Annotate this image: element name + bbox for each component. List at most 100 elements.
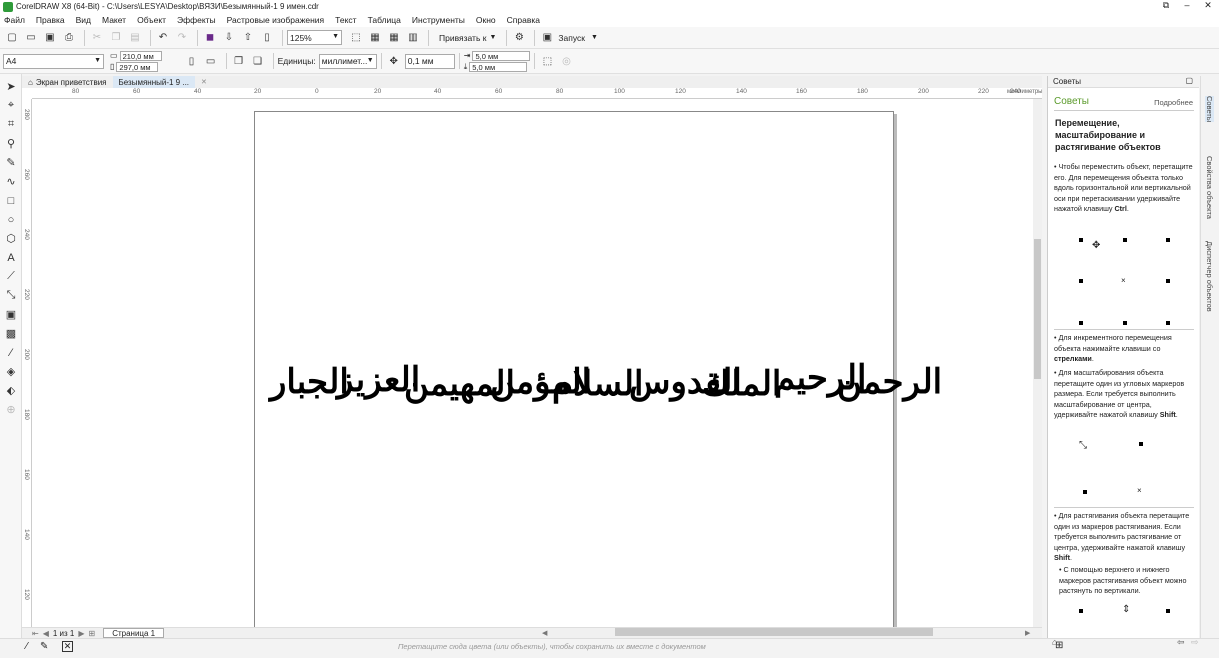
undo-icon[interactable]: ↶ (155, 30, 171, 46)
vertical-scrollbar[interactable] (1033, 99, 1042, 627)
text-tool-icon[interactable]: A (0, 248, 22, 267)
search-content-icon[interactable]: ◼ (202, 30, 218, 46)
minimize-icon[interactable]: – (1178, 0, 1196, 10)
next-page-icon[interactable]: ▶ (78, 629, 84, 638)
units-select[interactable]: миллимет... ▼ (318, 53, 377, 69)
paste-icon[interactable]: ▤ (127, 30, 143, 46)
redo-icon[interactable]: ↷ (174, 30, 190, 46)
page-height-input[interactable]: 297,0 мм (116, 61, 159, 72)
new-document-icon[interactable]: ▢ (4, 30, 20, 46)
polygon-tool-icon[interactable]: ⬡ (0, 229, 22, 248)
open-folder-icon[interactable]: ▭ (23, 30, 39, 46)
launch-dropdown[interactable]: ▣ Запуск ▼ (539, 30, 598, 46)
prev-page-icon[interactable]: ◀ (43, 629, 49, 638)
docker-options-icon[interactable]: ▢ (1185, 76, 1193, 85)
menu-object[interactable]: Объект (137, 15, 166, 25)
docker-home-icon[interactable]: ⌂ (1052, 637, 1057, 647)
menu-window[interactable]: Окно (476, 15, 496, 25)
artistic-media-icon[interactable]: ∿ (0, 172, 22, 191)
docker-back-icon[interactable]: ⇦ (1177, 637, 1185, 648)
copy-icon[interactable]: ❐ (108, 30, 124, 46)
side-tab-tips[interactable]: Советы (1205, 96, 1214, 123)
menu-bitmaps[interactable]: Растровые изображения (227, 15, 324, 25)
menu-file[interactable]: Файл (4, 15, 25, 25)
interactive-fill-icon[interactable]: ◈ (0, 362, 22, 381)
close-icon[interactable]: ✕ (1199, 0, 1217, 11)
ellipse-tool-icon[interactable]: ○ (0, 210, 22, 229)
more-link[interactable]: Подробнее (1154, 98, 1193, 107)
scroll-left-icon[interactable]: ◀ (542, 629, 547, 637)
restore-icon[interactable]: ⧉ (1157, 0, 1175, 11)
tab-welcome-screen[interactable]: ⌂ Экран приветствия (22, 76, 113, 88)
bleed-icon[interactable]: ⬚ (539, 53, 555, 69)
ruler-label: 160 (23, 469, 30, 480)
horizontal-ruler[interactable]: 80 60 40 20 0 20 40 60 80 100 120 140 16… (32, 88, 1043, 99)
menu-view[interactable]: Вид (76, 15, 91, 25)
first-page-icon[interactable]: ⇤ (32, 629, 39, 638)
zoom-tool-icon[interactable]: ⚲ (0, 134, 22, 153)
menu-text[interactable]: Текст (335, 15, 356, 25)
side-tab-object-manager[interactable]: Диспетчер объектов (1205, 241, 1214, 312)
options-gear-icon[interactable]: ⚙ (511, 30, 527, 46)
no-color-swatch[interactable]: ✕ (62, 641, 73, 652)
ruler-label: 80 (556, 88, 564, 95)
vertical-scroll-thumb[interactable] (1034, 239, 1041, 379)
side-tab-object-properties[interactable]: Свойства объекта (1205, 156, 1214, 219)
tab-document[interactable]: Безымянный-1 9 ... (112, 76, 196, 88)
vertical-ruler[interactable]: 280 260 240 220 200 180 160 140 120 (22, 99, 32, 627)
rulers-icon[interactable]: ▦ (367, 30, 383, 46)
crop-tool-icon[interactable]: ⌗ (0, 115, 22, 134)
page-border-icon[interactable]: ◎ (558, 53, 574, 69)
landscape-icon[interactable]: ▭ (203, 53, 219, 69)
connector-tool-icon[interactable]: ⤡ (0, 286, 22, 305)
menu-effects[interactable]: Эффекты (177, 15, 216, 25)
eyedropper-tool-icon[interactable]: ⁄ (0, 343, 22, 362)
shape-tool-icon[interactable]: ⌖ (0, 96, 22, 115)
close-tab-icon[interactable]: ✕ (201, 78, 207, 86)
nudge-distance-input[interactable]: 0,1 мм (404, 53, 455, 69)
calligraphy-name[interactable]: الملك (702, 367, 781, 401)
parallel-dimension-icon[interactable]: ⟋ (0, 267, 22, 286)
docker-forward-icon[interactable]: ⇨ (1191, 637, 1199, 648)
smart-fill-icon[interactable]: ⬖ (0, 381, 22, 400)
pen-icon[interactable]: ✎ (40, 641, 48, 652)
rectangle-tool-icon[interactable]: □ (0, 191, 22, 210)
menu-layout[interactable]: Макет (102, 15, 126, 25)
portrait-icon[interactable]: ▯ (184, 53, 200, 69)
menu-edit[interactable]: Правка (36, 15, 65, 25)
snap-to-dropdown[interactable]: Привязать к ▼ (439, 33, 496, 43)
all-pages-icon[interactable]: ❐ (231, 53, 247, 69)
guidelines-icon[interactable]: ▥ (405, 30, 421, 46)
ruler-origin[interactable] (22, 88, 32, 99)
menu-help[interactable]: Справка (507, 15, 540, 25)
duplicate-x-input[interactable]: 5,0 мм (472, 50, 531, 61)
page-tab[interactable]: Страница 1 (103, 628, 165, 638)
import-icon[interactable]: ⇩ (221, 30, 237, 46)
drawing-canvas[interactable]: الجبار العزيز المهيمن المؤمن السلام القد… (32, 99, 1033, 627)
chevron-down-icon: ▼ (94, 56, 101, 64)
current-page-icon[interactable]: ❏ (250, 53, 266, 69)
menu-tools[interactable]: Инструменты (412, 15, 465, 25)
export-icon[interactable]: ⇧ (240, 30, 256, 46)
page-width-input[interactable]: 210,0 мм (119, 50, 162, 61)
grid-icon[interactable]: ▦ (386, 30, 402, 46)
horizontal-scroll-thumb[interactable] (615, 628, 933, 636)
transparency-tool-icon[interactable]: ▩ (0, 324, 22, 343)
pdf-icon[interactable]: ▯ (259, 30, 275, 46)
add-page-icon[interactable]: ⊞ (89, 629, 96, 638)
cut-icon[interactable]: ✂ (89, 30, 105, 46)
print-icon[interactable]: ⎙ (61, 30, 77, 46)
calligraphy-name[interactable]: الرحمن (837, 365, 942, 399)
eyedropper-icon[interactable]: ⁄ (26, 641, 28, 652)
pick-tool-icon[interactable]: ➤ (0, 77, 22, 96)
menu-table[interactable]: Таблица (368, 15, 401, 25)
add-tool-icon[interactable]: ⊕ (0, 400, 22, 419)
drop-shadow-icon[interactable]: ▣ (0, 305, 22, 324)
zoom-level-select[interactable]: 125% ▼ (287, 30, 342, 45)
page-size-select[interactable]: A4 ▼ (3, 53, 104, 69)
scroll-right-icon[interactable]: ▶ (1025, 629, 1030, 637)
full-screen-icon[interactable]: ⬚ (348, 30, 364, 46)
save-icon[interactable]: ▣ (42, 30, 58, 46)
freehand-tool-icon[interactable]: ✎ (0, 153, 22, 172)
duplicate-y-input[interactable]: 5,0 мм (469, 61, 528, 72)
